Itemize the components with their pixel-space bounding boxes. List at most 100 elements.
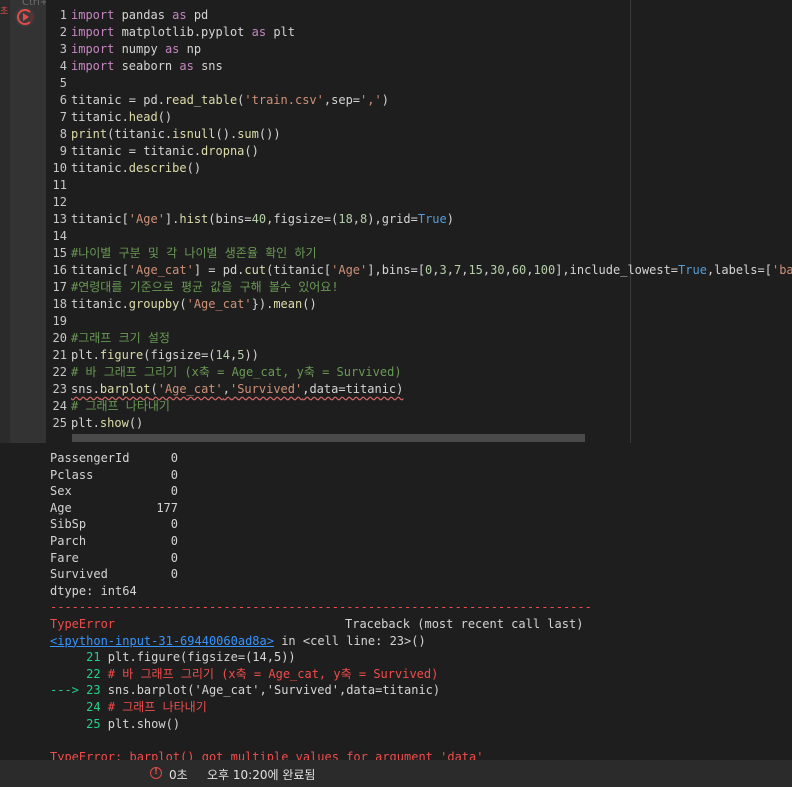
line-number: 6: [59, 93, 67, 107]
code-token: (titanic[: [266, 263, 332, 277]
series-name: Age: [50, 500, 72, 515]
line-number: 10: [52, 161, 67, 175]
cell-location: in <cell line: 23>(): [273, 633, 426, 648]
code-token: print: [71, 127, 108, 141]
code-token: (: [179, 297, 187, 311]
code-line[interactable]: 22 # 바 그래프 그리기 (x축 = Age_cat, y축 = Surviv…: [46, 364, 402, 381]
code-token: barplot: [99, 382, 151, 396]
code-token: import: [71, 59, 115, 73]
code-token: ,data=titanic): [302, 382, 404, 396]
code-text: import seaborn as sns: [71, 59, 223, 73]
code-token: ] = pd.: [193, 263, 245, 277]
code-line[interactable]: 10 titanic.describe(): [46, 160, 202, 177]
code-token: True: [417, 212, 447, 226]
code-token: 15: [468, 263, 483, 277]
traceback-code: plt.figure(figsize=(14,5)): [107, 650, 296, 665]
line-number: 18: [52, 297, 67, 311]
code-line[interactable]: 12: [46, 194, 71, 211]
code-token: isnull: [172, 127, 216, 141]
final-error-line: TypeError: barplot() got multiple values…: [50, 749, 483, 760]
line-number: 8: [59, 127, 67, 141]
editor-ruler: [630, 0, 631, 443]
code-line[interactable]: 15 #나이별 구분 및 각 나이별 생존율 확인 하기: [46, 245, 317, 262]
code-line[interactable]: 8 print(titanic.isnull().sum()): [46, 126, 281, 143]
series-name: SibSp: [50, 517, 87, 532]
series-value: 0: [170, 484, 178, 499]
output-row: Sex 0: [50, 483, 178, 500]
code-line[interactable]: 17 #연령대를 기준으로 평균 값을 구해 볼수 있어요!: [46, 279, 339, 296]
code-line[interactable]: 19: [46, 313, 71, 330]
code-line[interactable]: 16 titanic['Age_cat'] = pd.cut(titanic['A…: [46, 262, 792, 279]
code-text: import pandas as pd: [71, 8, 208, 22]
code-token: titanic = pd.: [71, 93, 165, 107]
line-number: 7: [59, 110, 67, 124]
error-type: TypeError: [50, 617, 116, 631]
code-line[interactable]: 11: [46, 177, 71, 194]
code-token: sum: [237, 127, 259, 141]
input-link-line: <ipython-input-31-69440060ad8a> in <cell…: [50, 633, 426, 650]
code-token: ): [446, 212, 454, 226]
run-cell-button[interactable]: [15, 7, 35, 27]
code-line[interactable]: 1 import pandas as pd: [46, 7, 209, 24]
dtype-line: dtype: int64: [50, 583, 137, 600]
traceback-line: 21 plt.figure(figsize=(14,5)): [50, 649, 296, 666]
code-line[interactable]: 18 titanic.groupby('Age_cat'}).mean(): [46, 296, 317, 313]
code-line[interactable]: 21 plt.figure(figsize=(14,5)): [46, 347, 259, 364]
code-token: titanic.: [71, 297, 129, 311]
code-token: 'Age': [331, 263, 368, 277]
code-text: titanic['Age'].hist(bins=40,figsize=(18,…: [71, 212, 454, 226]
line-number: 15: [52, 246, 67, 260]
code-line[interactable]: 20 #그래프 크기 설정: [46, 330, 170, 347]
code-text: import numpy as np: [71, 42, 201, 56]
ipython-input-link[interactable]: <ipython-input-31-69440060ad8a>: [50, 634, 274, 648]
code-token: show: [99, 416, 129, 430]
code-token: #연령대를 기준으로 평균 값을 구해 볼수 있어요!: [71, 280, 339, 294]
code-token: as: [179, 59, 194, 73]
status-bar: ! 0초 오후 10:20에 완료됨: [0, 760, 792, 787]
code-line[interactable]: 4 import seaborn as sns: [46, 58, 223, 75]
code-token: plt.: [71, 348, 100, 362]
code-line[interactable]: 2 import matplotlib.pyplot as plt: [46, 24, 295, 41]
code-line[interactable]: 3 import numpy as np: [46, 41, 201, 58]
code-text: #연령대를 기준으로 평균 값을 구해 볼수 있어요!: [71, 280, 339, 294]
line-number: 16: [52, 263, 67, 277]
code-token: sns: [193, 59, 223, 73]
code-line[interactable]: 24 # 그래프 나타내기: [46, 398, 170, 415]
run-ring-icon: [17, 9, 33, 25]
traceback-code: # 바 그래프 그리기 (x축 = Age_cat, y축 = Survived…: [107, 666, 439, 681]
series-name: Sex: [50, 484, 72, 499]
line-number: 4: [59, 59, 67, 73]
series-value: 0: [170, 451, 178, 465]
horizontal-scrollbar[interactable]: [72, 434, 585, 442]
code-token: 'Age_cat': [128, 263, 194, 277]
line-number: 19: [52, 314, 67, 328]
code-line[interactable]: 6 titanic = pd.read_table('train.csv',sep…: [46, 92, 389, 109]
code-token: # 그래프 나타내기: [71, 399, 170, 413]
code-token: (figsize=(: [143, 348, 216, 362]
code-text: titanic.describe(): [71, 161, 201, 175]
code-token: ): [381, 93, 389, 107]
code-line[interactable]: 14: [46, 228, 71, 245]
code-line[interactable]: 13 titanic['Age'].hist(bins=40,figsize=(1…: [46, 211, 454, 228]
code-token: 'train.csv': [244, 93, 324, 107]
code-text: titanic.groupby('Age_cat'}).mean(): [71, 297, 317, 311]
code-token: 14: [215, 348, 230, 362]
series-name: PassengerId: [50, 451, 130, 465]
separator-line: ----------------------------------------…: [50, 599, 592, 616]
code-line[interactable]: 23 sns.barplot('Age_cat','Survived',data=…: [46, 381, 404, 398]
code-token: ',': [360, 93, 382, 107]
code-token: read_table: [164, 93, 238, 107]
line-number: 20: [52, 331, 67, 345]
code-token: hist: [179, 212, 209, 226]
code-line[interactable]: 5: [46, 75, 71, 92]
code-token: figure: [99, 348, 144, 362]
code-line[interactable]: 7 titanic.head(): [46, 109, 172, 126]
traceback-header-line: TypeError Traceback (most recent call las…: [50, 616, 583, 633]
code-token: as: [251, 25, 267, 39]
code-line[interactable]: 25 plt.show(): [46, 415, 144, 432]
code-token: describe: [128, 161, 187, 175]
code-line[interactable]: 9 titanic = titanic.dropna(): [46, 143, 259, 160]
code-token: titanic.: [71, 110, 129, 124]
code-editor[interactable]: 1 import pandas as pd 2 import matplotlib.p…: [46, 0, 792, 443]
traceback-line: 22 # 바 그래프 그리기 (x축 = Age_cat, y축 = Survi…: [50, 666, 438, 683]
